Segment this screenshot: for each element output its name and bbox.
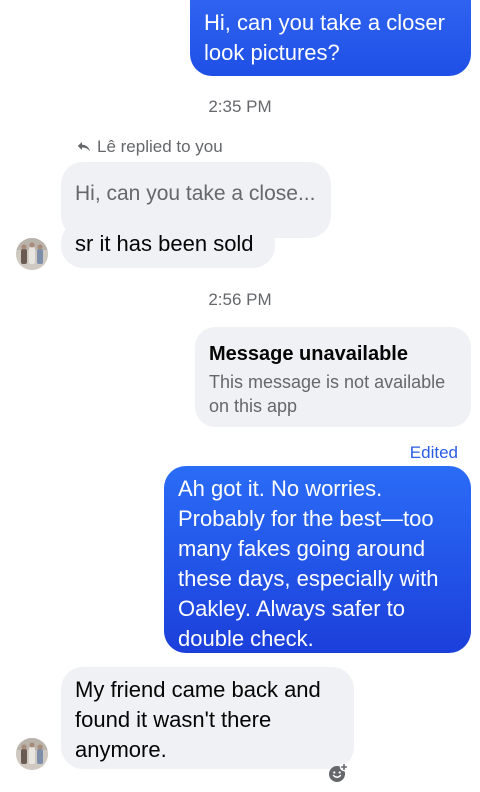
quoted-message-text: Hi, can you take a close... xyxy=(75,182,316,205)
outgoing-message-bubble[interactable]: Hi, can you take a closer look pictures? xyxy=(190,0,471,76)
unavailable-message-title: Message unavailable xyxy=(209,343,408,365)
add-reaction-icon[interactable] xyxy=(327,762,349,784)
outgoing-message-text: Hi, can you take a closer look pictures? xyxy=(204,10,445,65)
contact-avatar[interactable] xyxy=(16,238,48,270)
unavailable-message-bubble[interactable]: Message unavailable This message is not … xyxy=(195,327,471,427)
unavailable-message-body: This message is not available on this ap… xyxy=(209,372,446,416)
incoming-message-text: My friend came back and found it wasn't … xyxy=(75,677,321,762)
incoming-message-bubble[interactable]: My friend came back and found it wasn't … xyxy=(61,667,354,769)
timestamp: 2:35 PM xyxy=(208,97,272,116)
outgoing-message-bubble[interactable]: Ah got it. No worries. Probably for the … xyxy=(164,466,471,653)
reply-indicator: Lê replied to you xyxy=(77,137,223,157)
reply-arrow-icon xyxy=(77,142,90,152)
incoming-message-bubble[interactable]: sr it has been sold xyxy=(61,221,275,268)
incoming-message-text: sr it has been sold xyxy=(75,231,254,256)
contact-avatar[interactable] xyxy=(16,738,48,770)
reply-indicator-label: Lê replied to you xyxy=(97,137,223,156)
edited-label[interactable]: Edited xyxy=(410,443,458,463)
timestamp: 2:56 PM xyxy=(208,290,272,309)
avatar-photo xyxy=(16,238,48,270)
avatar-photo xyxy=(16,738,48,770)
outgoing-message-text: Ah got it. No worries. Probably for the … xyxy=(178,476,439,651)
